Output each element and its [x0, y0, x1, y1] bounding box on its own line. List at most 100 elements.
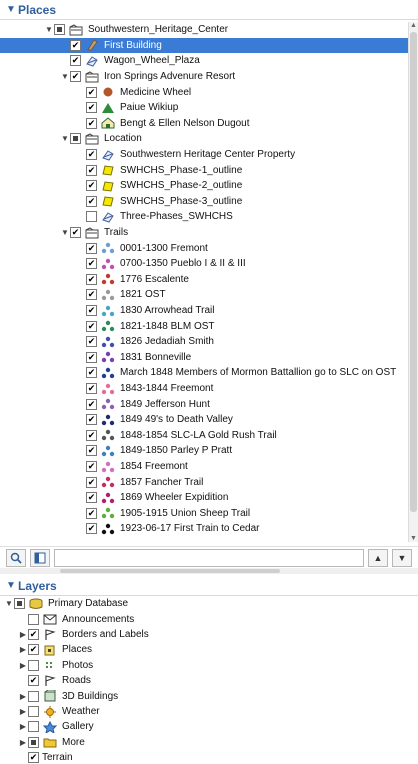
- visibility-checkbox[interactable]: ✔: [28, 644, 39, 656]
- visibility-checkbox[interactable]: ✔: [86, 461, 97, 473]
- visibility-checkbox[interactable]: ✔: [86, 258, 97, 270]
- layers-tree-row-places[interactable]: ▶ ✔ Places: [0, 642, 408, 658]
- layers-tree-row-borders-and-labels[interactable]: ▶ ✔ Borders and Labels: [0, 627, 408, 643]
- visibility-checkbox[interactable]: ✔: [70, 71, 81, 83]
- hscroll-thumb[interactable]: [60, 569, 280, 573]
- visibility-checkbox[interactable]: ✔: [86, 476, 97, 488]
- places-search-input[interactable]: [54, 548, 364, 567]
- layers-panel-header[interactable]: ▼ Layers: [0, 576, 418, 596]
- places-tree-row-swhchs-phase-2-outline[interactable]: ✔ SWHCHS_Phase-2_outline: [0, 178, 408, 194]
- expand-arrow-icon[interactable]: ▶: [18, 630, 28, 639]
- places-tree-row-1821-ost[interactable]: ✔ 1821 OST: [0, 287, 408, 303]
- expand-arrow-icon[interactable]: ▶: [18, 661, 28, 670]
- collapse-triangle-icon[interactable]: ▼: [6, 580, 18, 591]
- visibility-checkbox[interactable]: [54, 24, 65, 36]
- visibility-checkbox[interactable]: ✔: [70, 39, 81, 51]
- places-tree-row-iron-springs-advenure-resort[interactable]: ▼ ✔ Iron Springs Advenure Resort: [0, 69, 408, 85]
- places-tree-row-1849-jefferson-hunt[interactable]: ✔ 1849 Jefferson Hunt: [0, 396, 408, 412]
- places-tree-row-southwestern-heritage-center[interactable]: ▼ Southwestern_Heritage_Center: [0, 22, 408, 38]
- places-tree-row-1776-escalente[interactable]: ✔ 1776 Escalente: [0, 272, 408, 288]
- visibility-checkbox[interactable]: ✔: [86, 289, 97, 301]
- places-tree-row-1849-49-s-to-death-valley[interactable]: ✔ 1849 49's to Death Valley: [0, 412, 408, 428]
- collapse-arrow-icon[interactable]: ▼: [60, 134, 70, 143]
- places-tree-row-1821-1848-blm-ost[interactable]: ✔ 1821-1848 BLM OST: [0, 318, 408, 334]
- places-tree-row-1843-1844-freemont[interactable]: ✔ 1843-1844 Freemont: [0, 381, 408, 397]
- collapse-triangle-icon[interactable]: ▼: [6, 4, 18, 15]
- layers-tree-row-weather[interactable]: ▶ Weather: [0, 704, 408, 720]
- places-tree-row-paiue-wikiup[interactable]: ✔ Paiue Wikiup: [0, 100, 408, 116]
- layers-tree-row-photos[interactable]: ▶ Photos: [0, 658, 408, 674]
- visibility-checkbox[interactable]: [70, 133, 81, 145]
- places-tree-row-1905-1915-union-sheep-trail[interactable]: ✔ 1905-1915 Union Sheep Trail: [0, 506, 408, 522]
- places-tree-row-southwestern-heritage-center-property[interactable]: ✔ Southwestern Heritage Center Property: [0, 147, 408, 163]
- visibility-checkbox[interactable]: ✔: [86, 383, 97, 395]
- expand-arrow-icon[interactable]: ▶: [18, 707, 28, 716]
- visibility-checkbox[interactable]: ✔: [86, 507, 97, 519]
- visibility-checkbox[interactable]: ✔: [28, 752, 39, 764]
- visibility-checkbox[interactable]: ✔: [86, 336, 97, 348]
- visibility-checkbox[interactable]: ✔: [86, 117, 97, 129]
- move-up-button[interactable]: ▲: [368, 548, 388, 567]
- visibility-checkbox[interactable]: ✔: [86, 149, 97, 161]
- layers-tree-row-primary-database[interactable]: ▼ Primary Database: [0, 596, 408, 612]
- places-tree-row-medicine-wheel[interactable]: ✔ Medicine Wheel: [0, 84, 408, 100]
- places-tree-row-1849-1850-parley-p-pratt[interactable]: ✔ 1849-1850 Parley P Pratt: [0, 443, 408, 459]
- places-tree-row-three-phases-swhchs[interactable]: Three-Phases_SWHCHS: [0, 209, 408, 225]
- visibility-checkbox[interactable]: ✔: [86, 351, 97, 363]
- places-tree-row-swhchs-phase-3-outline[interactable]: ✔ SWHCHS_Phase-3_outline: [0, 194, 408, 210]
- expand-arrow-icon[interactable]: ▶: [18, 738, 28, 747]
- visibility-checkbox[interactable]: ✔: [86, 102, 97, 114]
- move-down-button[interactable]: ▼: [392, 548, 412, 567]
- visibility-checkbox[interactable]: [28, 736, 39, 748]
- places-tree-row-1923-06-17-first-train-to-cedar[interactable]: ✔ 1923-06-17 First Train to Cedar: [0, 521, 408, 537]
- visibility-checkbox[interactable]: ✔: [86, 242, 97, 254]
- layers-tree-row-gallery[interactable]: ▶ Gallery: [0, 719, 408, 735]
- visibility-checkbox[interactable]: ✔: [86, 164, 97, 176]
- places-tree-row-1848-1854-slc-la-gold-rush-trail[interactable]: ✔ 1848-1854 SLC-LA Gold Rush Trail: [0, 428, 408, 444]
- collapse-arrow-icon[interactable]: ▼: [44, 25, 54, 34]
- places-tree-row-1857-fancher-trail[interactable]: ✔ 1857 Fancher Trail: [0, 474, 408, 490]
- visibility-checkbox[interactable]: ✔: [86, 305, 97, 317]
- places-tree-row-trails[interactable]: ▼ ✔ Trails: [0, 225, 408, 241]
- places-tree-row-1854-freemont[interactable]: ✔ 1854 Freemont: [0, 459, 408, 475]
- panel-toggle-button[interactable]: [30, 548, 50, 567]
- visibility-checkbox[interactable]: ✔: [70, 227, 81, 239]
- layers-tree-row-terrain[interactable]: ✔ Terrain: [0, 750, 408, 764]
- visibility-checkbox[interactable]: ✔: [86, 273, 97, 285]
- visibility-checkbox[interactable]: ✔: [86, 414, 97, 426]
- layers-tree-row-3d-buildings[interactable]: ▶ 3D Buildings: [0, 688, 408, 704]
- visibility-checkbox[interactable]: ✔: [86, 429, 97, 441]
- places-tree[interactable]: ▼ Southwestern_Heritage_Center ✔ First Buil…: [0, 22, 408, 542]
- search-button[interactable]: [6, 548, 26, 567]
- collapse-arrow-icon[interactable]: ▼: [4, 599, 14, 608]
- visibility-checkbox[interactable]: [28, 721, 39, 733]
- layers-tree-row-announcements[interactable]: Announcements: [0, 611, 408, 627]
- visibility-checkbox[interactable]: ✔: [86, 523, 97, 535]
- visibility-checkbox[interactable]: ✔: [28, 629, 39, 641]
- places-tree-row-march-1848-members-of-mormon-battallion-go-to-slc-on-ost[interactable]: ✔ March 1848 Members of Mormon Battallion…: [0, 365, 408, 381]
- visibility-checkbox[interactable]: ✔: [86, 195, 97, 207]
- layers-tree-row-more[interactable]: ▶ More: [0, 735, 408, 751]
- expand-arrow-icon[interactable]: ▶: [18, 645, 28, 654]
- places-horizontal-scrollbar[interactable]: [0, 568, 418, 574]
- places-tree-row-1831-bonneville[interactable]: ✔ 1831 Bonneville: [0, 350, 408, 366]
- places-tree-row-1826-jedadiah-smith[interactable]: ✔ 1826 Jedadiah Smith: [0, 334, 408, 350]
- places-tree-row-0001-1300-fremont[interactable]: ✔ 0001-1300 Fremont: [0, 240, 408, 256]
- visibility-checkbox[interactable]: ✔: [28, 675, 39, 687]
- visibility-checkbox[interactable]: ✔: [86, 445, 97, 457]
- places-tree-row-bengt-ellen-nelson-dugout[interactable]: ✔ Bengt & Ellen Nelson Dugout: [0, 116, 408, 132]
- visibility-checkbox[interactable]: ✔: [70, 55, 81, 67]
- places-tree-row-0700-1350-pueblo-i-ii-iii[interactable]: ✔ 0700-1350 Pueblo I & II & III: [0, 256, 408, 272]
- visibility-checkbox[interactable]: [28, 659, 39, 671]
- scrollbar-thumb[interactable]: [410, 32, 417, 512]
- places-tree-row-wagon-wheel-plaza[interactable]: ✔ Wagon_Wheel_Plaza: [0, 53, 408, 69]
- places-tree-row-swhchs-phase-1-outline[interactable]: ✔ SWHCHS_Phase-1_outline: [0, 162, 408, 178]
- places-panel-header[interactable]: ▼ Places: [0, 0, 418, 20]
- visibility-checkbox[interactable]: ✔: [86, 320, 97, 332]
- places-tree-row-1830-arrowhead-trail[interactable]: ✔ 1830 Arrowhead Trail: [0, 303, 408, 319]
- expand-arrow-icon[interactable]: ▶: [18, 722, 28, 731]
- visibility-checkbox[interactable]: ✔: [86, 398, 97, 410]
- collapse-arrow-icon[interactable]: ▼: [60, 72, 70, 81]
- places-tree-row-location[interactable]: ▼ Location: [0, 131, 408, 147]
- visibility-checkbox[interactable]: ✔: [86, 180, 97, 192]
